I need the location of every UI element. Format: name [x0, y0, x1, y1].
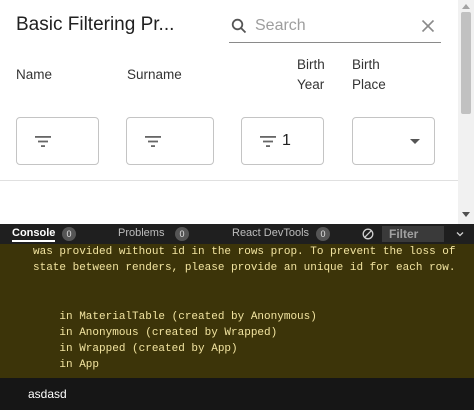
- console-line: in App: [33, 359, 100, 371]
- column-header-label-line1: Birth: [297, 57, 325, 72]
- filter-surname-input[interactable]: [126, 117, 214, 165]
- search-icon: [231, 18, 247, 34]
- console-line: in Wrapped (created by App): [33, 343, 238, 355]
- scroll-up-arrow-icon[interactable]: [462, 4, 470, 9]
- clear-search-icon[interactable]: [421, 19, 435, 33]
- filter-birth-place-select[interactable]: [352, 117, 435, 165]
- column-header-name[interactable]: Name: [16, 65, 52, 85]
- search-input[interactable]: [255, 15, 415, 37]
- console-line: was provided without id in the rows prop…: [33, 246, 456, 258]
- console-line: in MaterialTable (created by Anonymous): [33, 311, 317, 323]
- filter-list-icon: [260, 136, 276, 147]
- tab-console[interactable]: Console: [12, 227, 56, 242]
- clear-console-icon[interactable]: [362, 228, 374, 240]
- material-table: Basic Filtering Pr... Name Surname Birth…: [0, 0, 458, 224]
- console-output: was provided without id in the rows prop…: [0, 244, 474, 378]
- column-header-label: Name: [16, 67, 53, 82]
- dropdown-arrow-icon: [410, 139, 420, 144]
- column-header-label-line1: Birth: [352, 57, 380, 72]
- filter-birth-year-input[interactable]: 1: [241, 117, 324, 165]
- tab-problems[interactable]: Problems: [118, 227, 164, 239]
- column-header-label-line2: Place: [352, 77, 386, 92]
- filter-value: 1: [282, 132, 291, 149]
- react-devtools-count-badge: 0: [316, 227, 330, 241]
- column-header-label: Surname: [127, 67, 182, 82]
- console-filter-input[interactable]: [382, 226, 444, 242]
- problems-count-badge: 0: [175, 227, 189, 241]
- filter-list-icon: [145, 136, 161, 147]
- scrollbar-thumb[interactable]: [461, 12, 471, 114]
- tab-react-devtools[interactable]: React DevTools: [232, 227, 309, 239]
- chevron-down-icon[interactable]: [456, 230, 464, 238]
- console-line: state between renders, please provide an…: [33, 262, 456, 274]
- console-count-badge: 0: [62, 227, 76, 241]
- filter-name-input[interactable]: [16, 117, 99, 165]
- filter-list-icon: [35, 136, 51, 147]
- column-header-surname[interactable]: Surname: [127, 65, 182, 85]
- column-header-birth-year[interactable]: Birth Year: [297, 55, 325, 95]
- row-divider: [0, 180, 458, 181]
- scroll-down-arrow-icon[interactable]: [462, 212, 470, 217]
- search-field[interactable]: [229, 10, 441, 43]
- console-input-text: asdasd: [28, 387, 67, 401]
- column-header-label-line2: Year: [297, 77, 325, 92]
- vertical-scrollbar[interactable]: [458, 0, 474, 224]
- column-header-birth-place[interactable]: Birth Place: [352, 55, 386, 95]
- console-input-area[interactable]: asdasd: [0, 378, 474, 410]
- console-line: in Anonymous (created by Wrapped): [33, 327, 278, 339]
- table-title: Basic Filtering Pr...: [16, 14, 175, 35]
